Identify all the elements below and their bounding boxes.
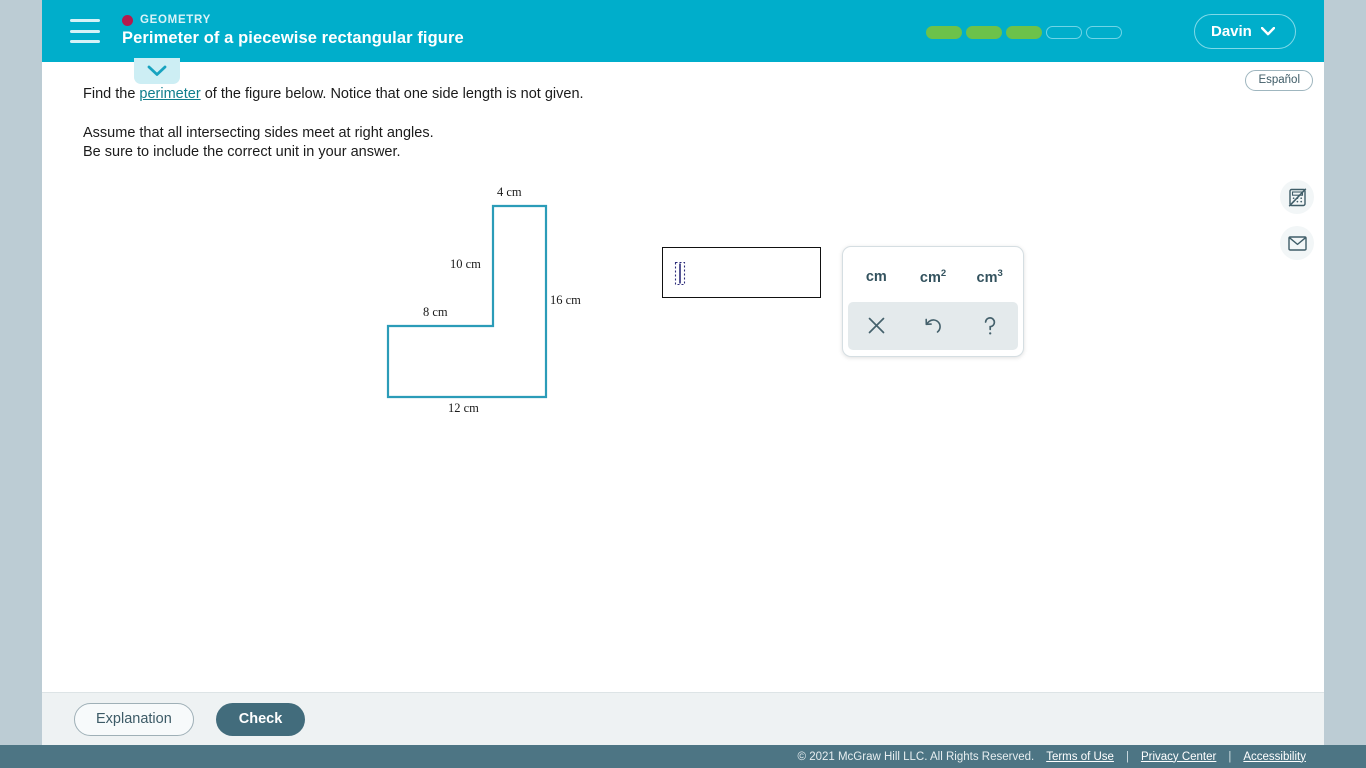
- espanol-toggle-button[interactable]: Español: [1245, 70, 1313, 91]
- terms-of-use-link[interactable]: Terms of Use: [1046, 751, 1114, 763]
- page-title: Perimeter of a piecewise rectangular fig…: [122, 29, 464, 47]
- page-footer: © 2021 McGraw Hill LLC. All Rights Reser…: [0, 745, 1366, 768]
- chevron-down-icon: [1260, 27, 1275, 36]
- hamburger-bar: [70, 19, 100, 22]
- unit-button-cm3[interactable]: cm3: [961, 269, 1018, 285]
- privacy-center-link[interactable]: Privacy Center: [1141, 751, 1216, 763]
- subject-dot-icon: [122, 14, 133, 26]
- unit-exponent-3: 3: [997, 268, 1003, 280]
- label-inner-vertical-10cm: 10 cm: [450, 257, 481, 271]
- prompt-text-after: of the figure below. Notice that one sid…: [200, 86, 584, 102]
- subject-label: GEOMETRY: [140, 14, 211, 26]
- mail-icon: [1287, 235, 1307, 251]
- instruction-line-right-angles: Assume that all intersecting sides meet …: [83, 125, 434, 141]
- unit-label-cm: cm: [865, 269, 887, 285]
- unit-exponent-2: 2: [940, 268, 947, 280]
- progress-segment: [926, 26, 962, 39]
- unit-label-cm3: cm: [976, 269, 998, 286]
- collapse-panel-toggle[interactable]: [134, 58, 180, 84]
- hamburger-bar: [70, 29, 100, 33]
- perimeter-glossary-link[interactable]: perimeter: [139, 86, 200, 102]
- geometry-figure: 4 cm 10 cm 16 cm 8 cm 12 cm: [322, 178, 622, 423]
- prompt-text-before: Find the: [83, 86, 140, 102]
- label-bottom-12cm: 12 cm: [448, 401, 479, 415]
- progress-segment: [1006, 26, 1042, 39]
- label-upper-horizontal-8cm: 8 cm: [423, 305, 448, 319]
- progress-segment: [966, 26, 1002, 39]
- unit-button-cm[interactable]: cm: [848, 270, 905, 285]
- answer-input[interactable]: [662, 247, 821, 298]
- unit-button-cm2[interactable]: cm2: [905, 269, 962, 285]
- question-mark-icon: [984, 316, 995, 335]
- check-button[interactable]: Check: [215, 702, 306, 736]
- app-header: GEOMETRY Perimeter of a piecewise rectan…: [42, 0, 1324, 62]
- unit-button-row: cm cm2 cm3: [848, 253, 1018, 302]
- math-placeholder-caret: [674, 261, 686, 286]
- close-x-icon: [868, 317, 885, 334]
- footer-separator: |: [1228, 750, 1232, 763]
- problem-prompt: Find the perimeter of the figure below. …: [83, 84, 584, 105]
- explanation-button[interactable]: Explanation: [74, 702, 194, 736]
- app-window: GEOMETRY Perimeter of a piecewise rectan…: [42, 0, 1324, 768]
- tool-button-row: [848, 301, 1018, 350]
- message-button[interactable]: [1280, 226, 1314, 260]
- figure-outline: [386, 204, 548, 399]
- unit-keypad-panel: cm cm2 cm3: [842, 246, 1024, 357]
- tool-rail: [1274, 180, 1320, 272]
- label-top-4cm: 4 cm: [497, 185, 522, 199]
- unit-label-cm2: cm: [919, 269, 941, 286]
- action-bar: Explanation Check: [42, 692, 1324, 745]
- hamburger-icon[interactable]: [70, 19, 100, 43]
- instruction-line-units: Be sure to include the correct unit in y…: [83, 144, 401, 161]
- undo-button[interactable]: [905, 316, 962, 336]
- header-title-block: GEOMETRY Perimeter of a piecewise rectan…: [122, 14, 464, 48]
- calculator-toggle-button[interactable]: [1280, 180, 1314, 214]
- progress-segment: [1086, 26, 1122, 39]
- chevron-down-icon: [147, 65, 167, 76]
- help-button[interactable]: [961, 315, 1018, 337]
- footer-separator: |: [1125, 750, 1129, 763]
- user-name-label: Davin: [1211, 23, 1252, 40]
- undo-arrow-icon: [925, 318, 941, 333]
- user-menu-button[interactable]: Davin: [1194, 14, 1296, 49]
- hamburger-bar: [70, 40, 100, 43]
- calculator-disabled-icon: [1288, 187, 1306, 207]
- label-right-16cm: 16 cm: [550, 293, 581, 307]
- problem-instructions: Assume that all intersecting sides meet …: [83, 125, 434, 164]
- progress-segment: [1046, 26, 1082, 39]
- progress-tracker: [926, 26, 1122, 39]
- subject-badge: GEOMETRY: [122, 14, 464, 26]
- copyright-text: © 2021 McGraw Hill LLC. All Rights Reser…: [797, 750, 1035, 763]
- accessibility-link[interactable]: Accessibility: [1243, 751, 1306, 763]
- clear-button[interactable]: [848, 316, 905, 335]
